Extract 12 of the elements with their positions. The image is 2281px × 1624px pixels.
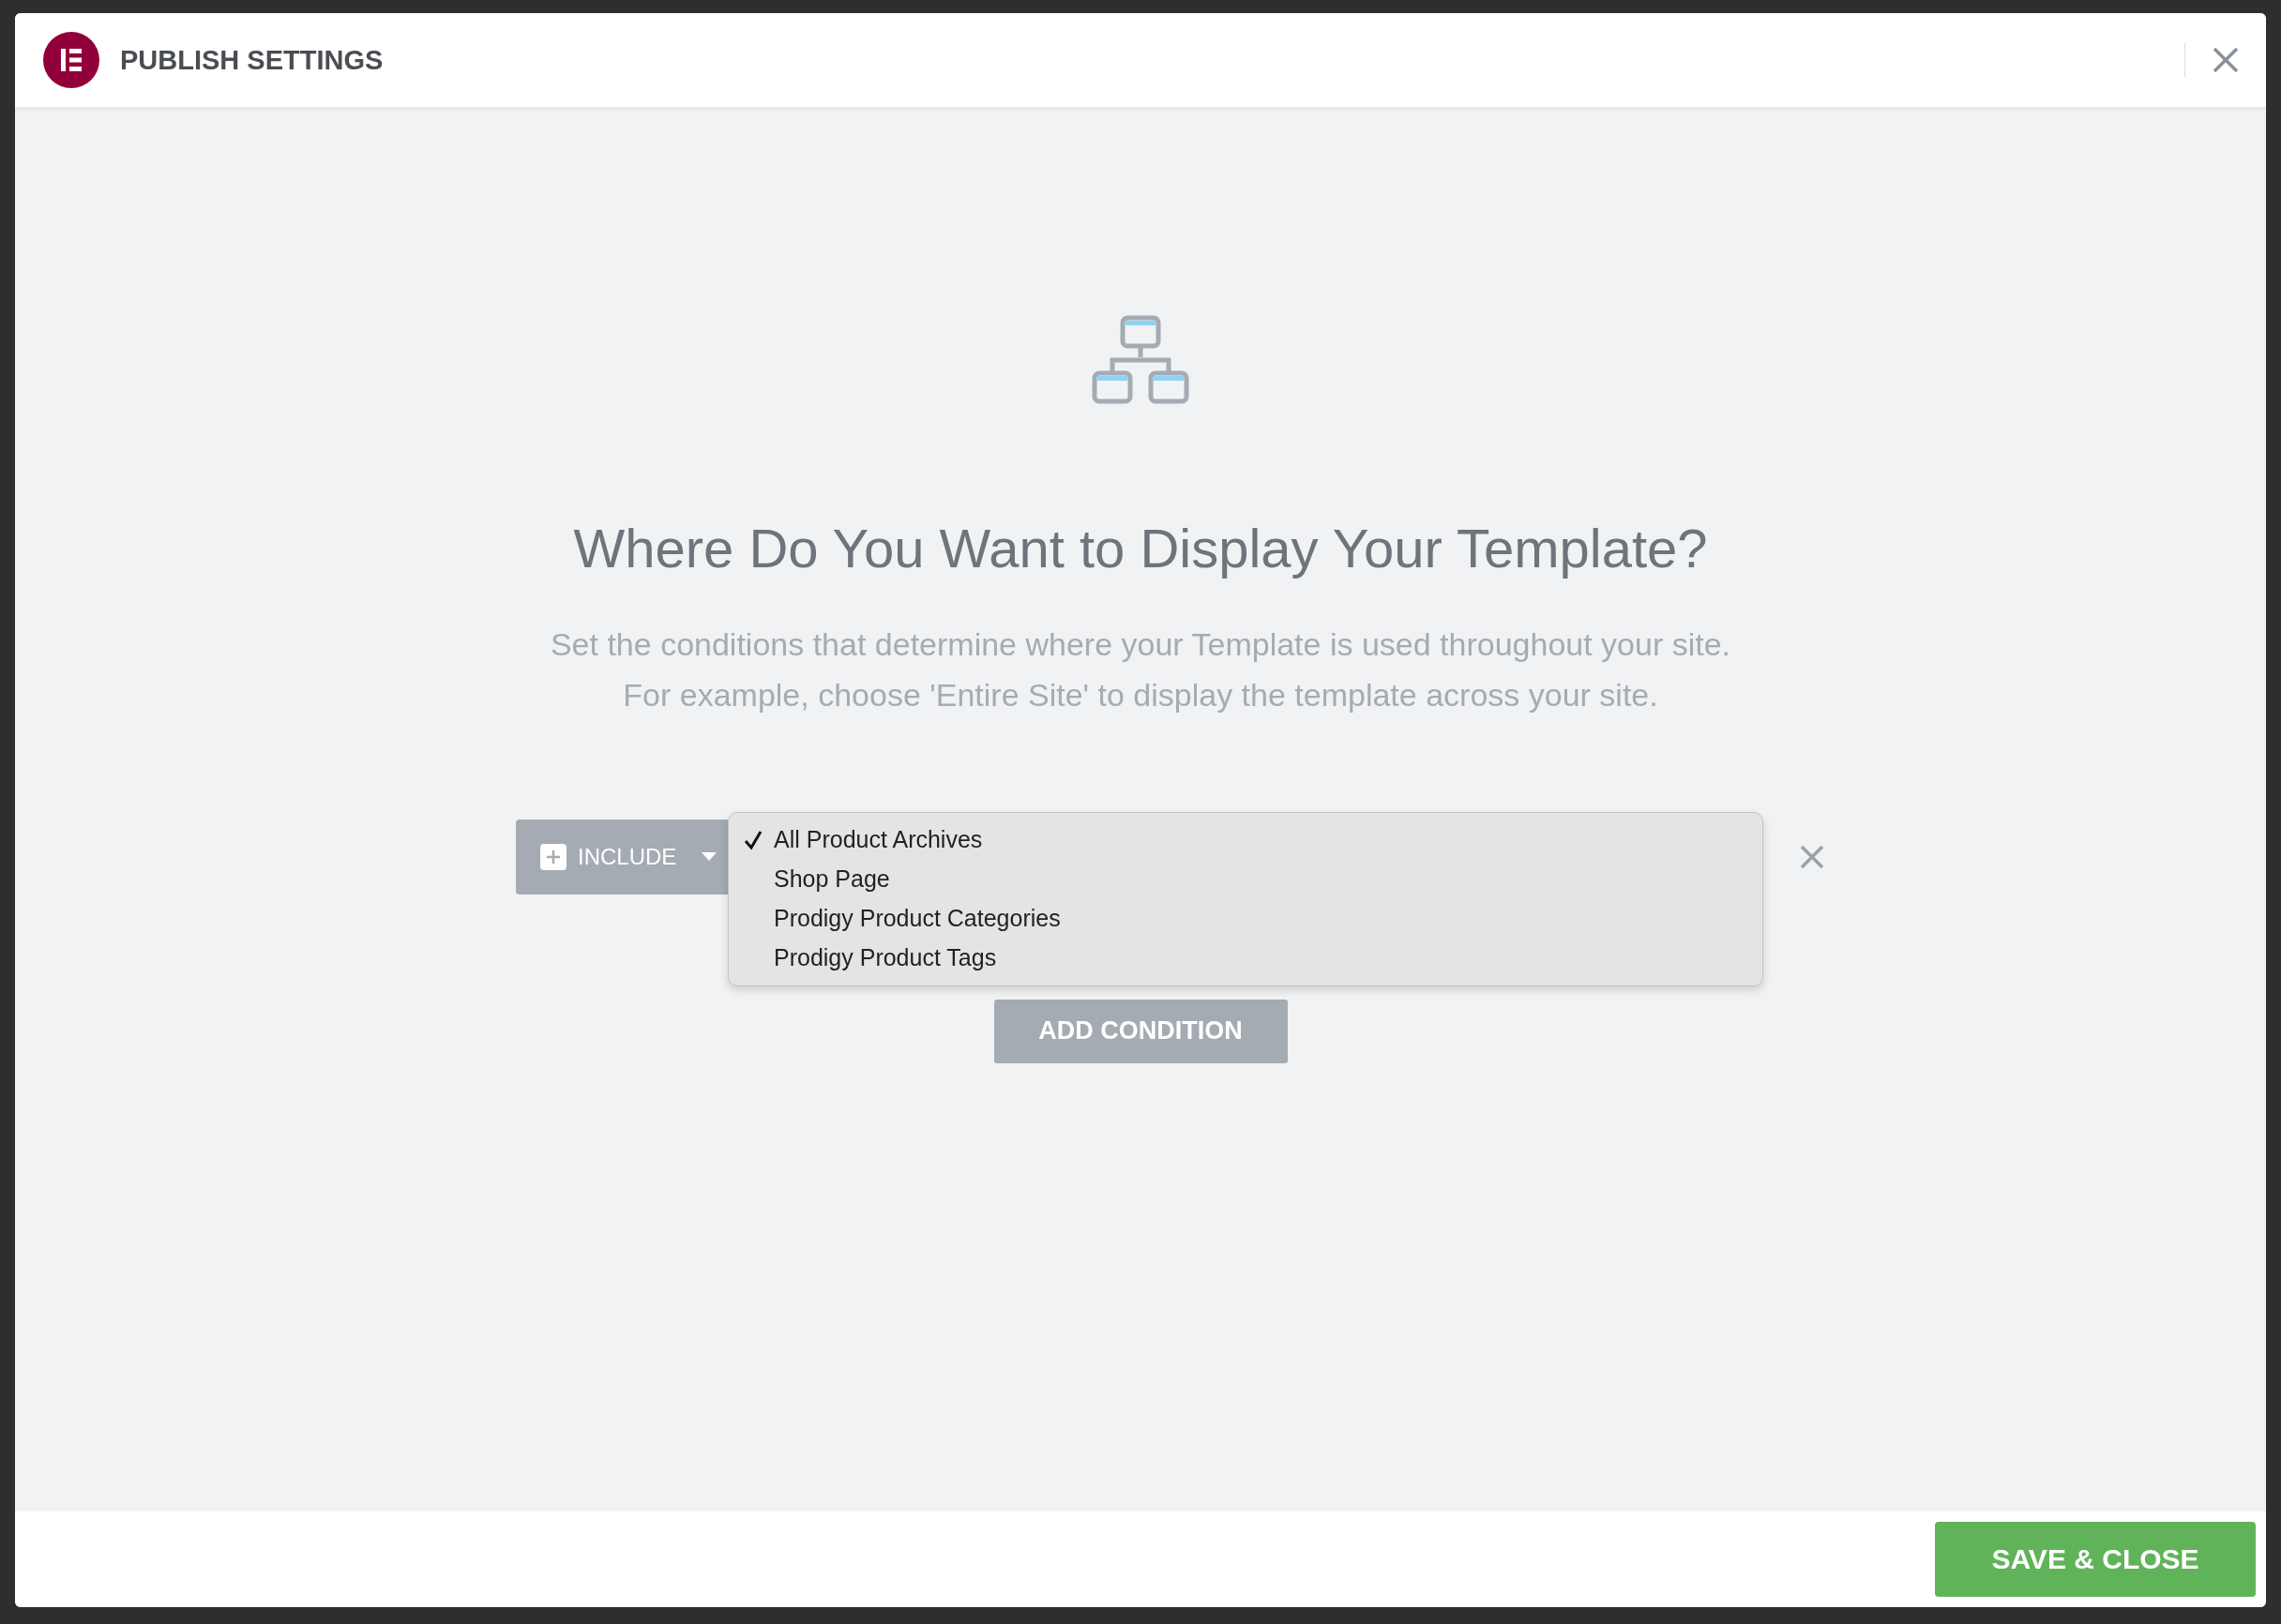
logo-icon [43,32,99,88]
dialog-title: PUBLISH SETTINGS [120,44,384,76]
sitemap-icon [1092,315,1189,405]
dialog-heading: Where Do You Want to Display Your Template? [573,517,1708,580]
caret-icon [701,851,717,862]
remove-condition-button[interactable] [1799,843,1825,870]
dropdown-option[interactable]: Prodigy Product Tags [729,938,1762,978]
checkmark-icon [744,829,763,850]
dropdown-option[interactable]: Prodigy Product Categories [729,898,1762,939]
plus-icon [540,843,566,870]
close-button[interactable] [2212,46,2240,74]
description-text: Set the conditions that determine where your Template is used throughout your site. For example, choose 'Entire Site' to display the template across your site. [550,624,1731,714]
